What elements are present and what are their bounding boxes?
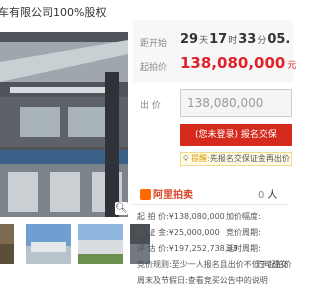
thumbnail-2[interactable] [26,224,71,264]
countdown-hours: 17 [209,32,228,47]
detail-start-price: 起 拍 价:¥138,080,000 [137,211,225,222]
bid-label: 出 价 [140,101,161,111]
reminder-bar: 💡︎ 提醒:先报名交保证金再出价 [180,152,292,166]
countdown: 29天17时33分05. [180,32,290,47]
countdown-label: 距开始 [140,39,168,49]
main-image[interactable] [0,32,128,217]
countdown-minutes: 33 [238,32,257,47]
participant-count: 0人 [258,186,277,201]
count-unit: 人 [267,190,278,201]
detail-label: 竞价规则: [137,260,172,269]
aliyun-logo-icon [140,189,151,200]
detail-deal: 方可成交 [256,260,288,269]
detail-deposit: 保 证 金:¥25,000,000 [137,227,220,238]
countdown-days: 29 [180,32,199,47]
detail-period: 竞价周期: [226,228,261,237]
bulb-icon: 💡︎ [183,154,189,163]
detail-value: ¥25,000,000 [168,228,220,237]
reminder-label: 提醒: [191,154,210,163]
item-title: 车有限公司100%股权 [0,6,107,19]
detail-label: 周末及节假日: [137,276,188,285]
magnifier-icon[interactable]: 🔍︎ [115,202,128,215]
thumbnail-1[interactable] [0,224,14,264]
start-price-value: 138,080,000 [180,54,286,72]
unit-day: 天 [199,36,209,46]
count-value: 0 [258,190,265,201]
start-price: 138,080,000 元 [180,54,296,72]
detail-holiday: 周末及节假日:查看竞买公告中的说明 [137,275,268,286]
bid-input[interactable]: 138,080,000 [180,89,292,117]
unit-hour: 时 [228,36,238,46]
start-price-label: 起拍价 [140,63,168,73]
detail-label: 起 拍 价: [137,212,169,221]
detail-value: ¥138,080,000 [168,212,225,221]
detail-label: 评 估 价: [137,244,169,253]
detail-label: 保 证 金: [137,228,169,237]
platform-brand: 阿里拍卖 [140,186,193,201]
countdown-seconds: 05. [267,32,291,47]
unit-min: 分 [257,36,267,46]
detail-increment: 加价幅度: [226,212,261,221]
detail-value: 查看竞买公告中的说明 [187,276,268,285]
start-price-unit: 元 [287,61,297,71]
detail-appraisal: 评 估 价:¥197,252,738.33 [137,243,238,254]
divider [133,204,289,205]
thumbnail-3[interactable] [78,224,123,264]
thumbnail-strip [0,224,150,264]
platform-name: 阿里拍卖 [153,190,193,201]
detail-delay: 延时周期: [226,244,261,253]
reminder-text: 先报名交保证金再出价 [209,154,290,163]
register-bid-button[interactable]: (您未登录) 报名交保 [180,124,292,146]
